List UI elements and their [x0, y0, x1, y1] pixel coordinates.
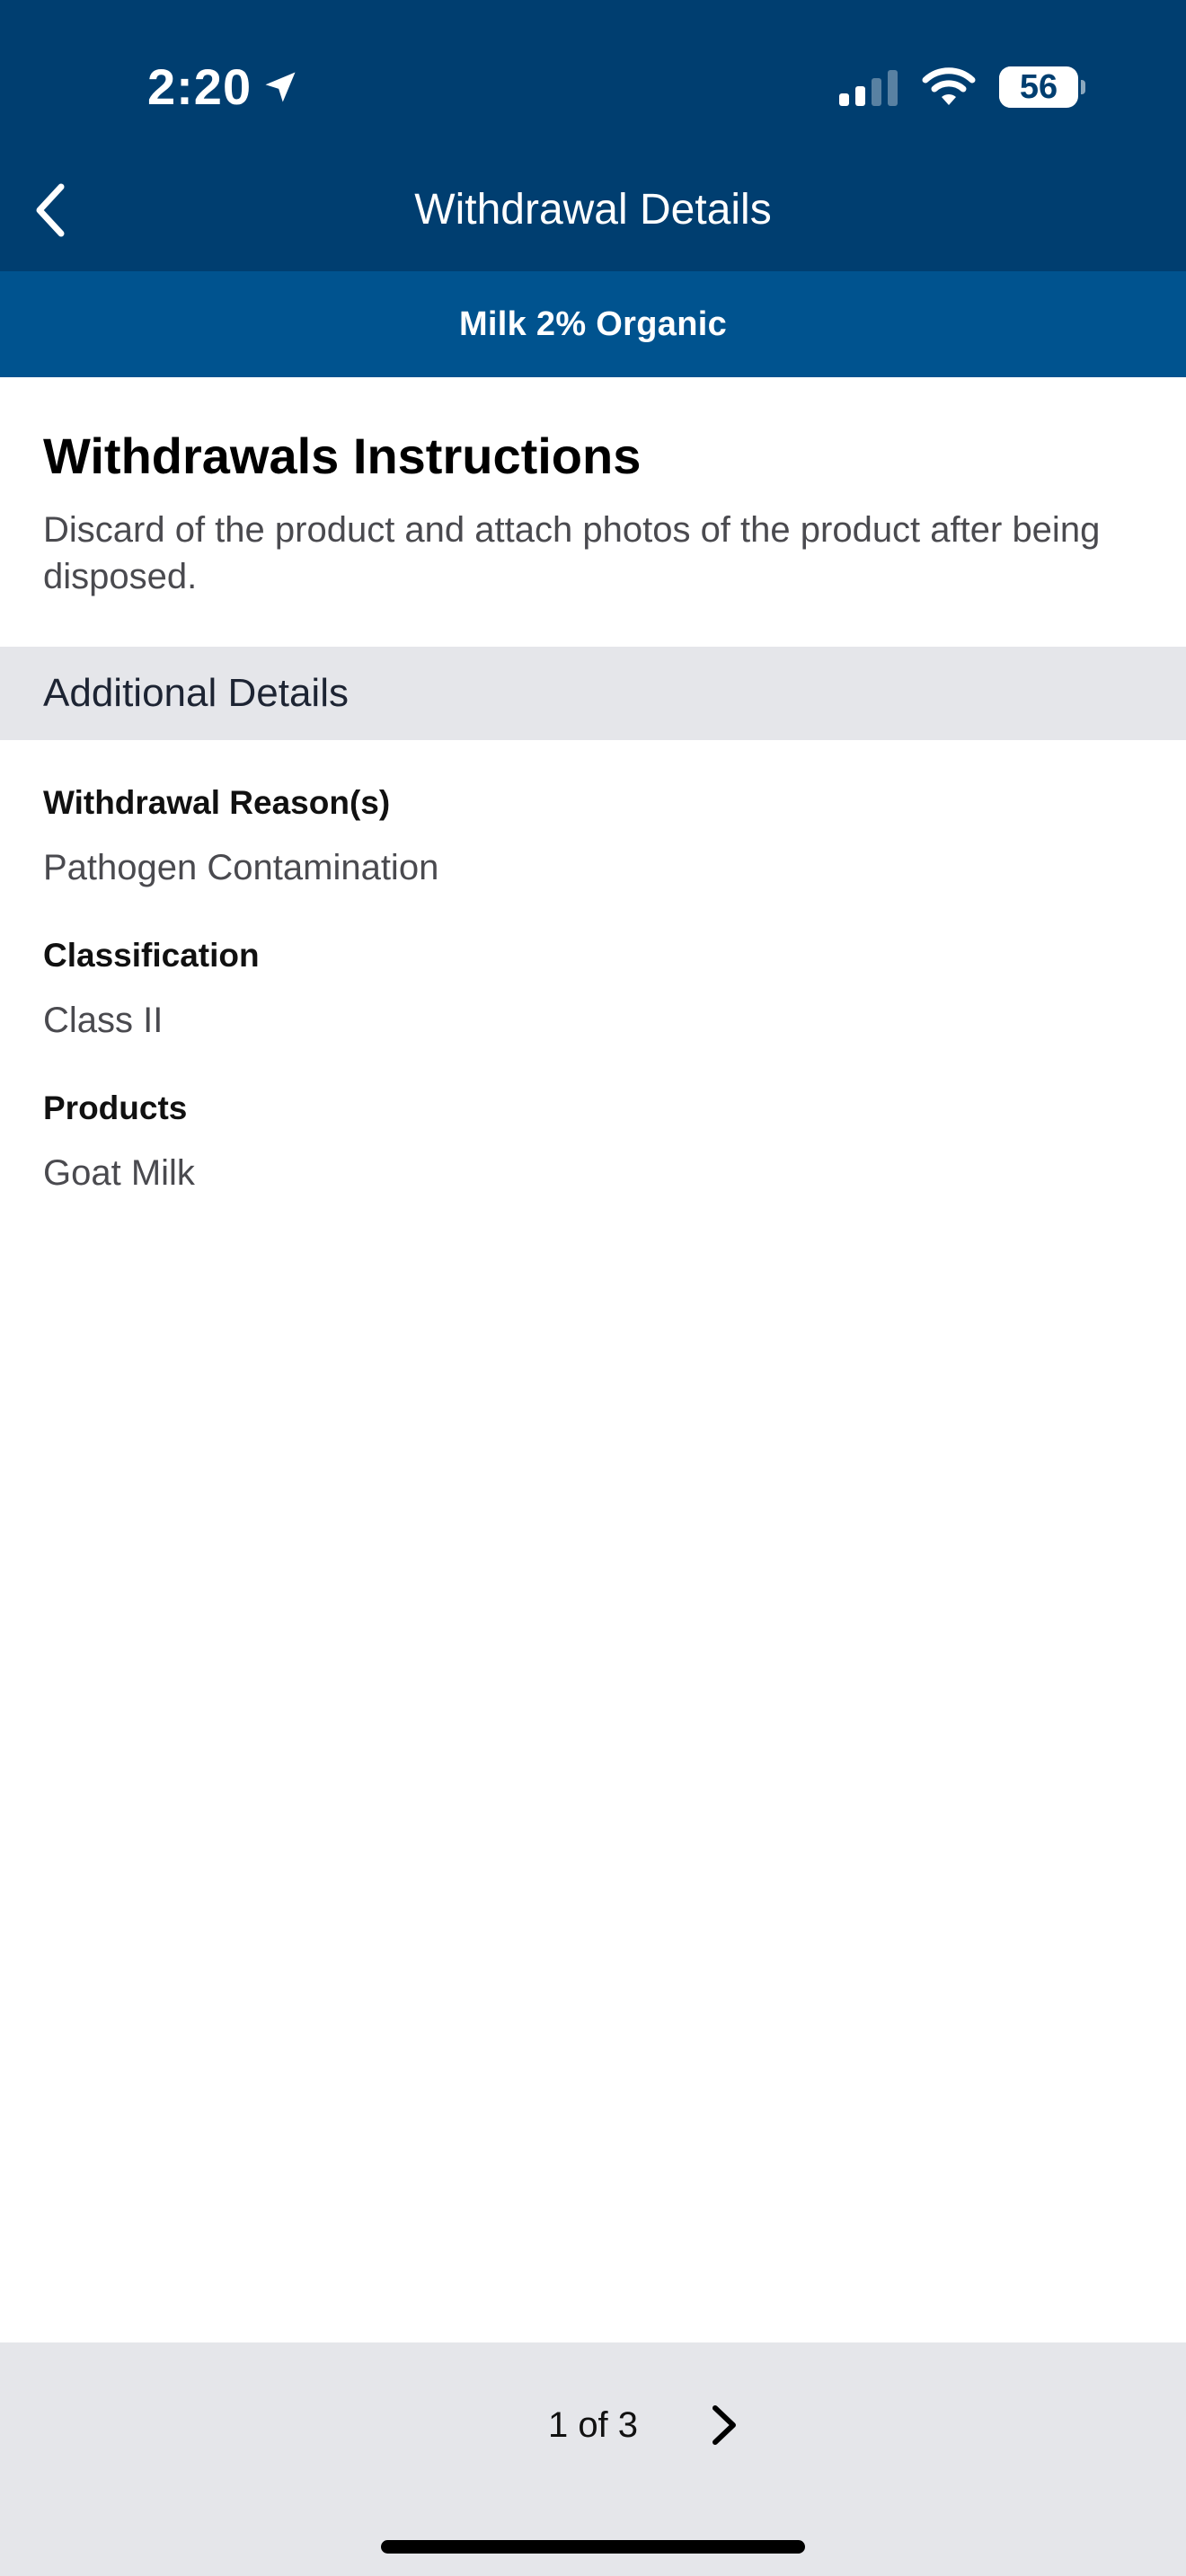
- next-page-button[interactable]: [697, 2395, 751, 2456]
- detail-value: Goat Milk: [43, 1153, 195, 1193]
- page-title: Withdrawal Details: [414, 186, 772, 234]
- instructions-body: Discard of the product and attach photos…: [43, 510, 1101, 596]
- detail-value: Class II: [43, 1001, 164, 1040]
- instructions-title: Withdrawals Instructions: [43, 428, 642, 484]
- location-arrow-icon: [261, 67, 300, 107]
- product-header: Milk 2% Organic: [0, 271, 1186, 377]
- cellular-signal-icon: [839, 68, 898, 106]
- detail-classification: Classification Class II: [43, 934, 1148, 1087]
- detail-value: Pathogen Contamination: [43, 848, 439, 887]
- instructions-section: Withdrawals Instructions Discard of the …: [43, 422, 1148, 600]
- status-time-group: 2:20: [147, 56, 300, 119]
- section-header-label: Additional Details: [43, 671, 349, 715]
- wifi-icon: [922, 67, 976, 107]
- top-bar: 2:20 56 Withdrawal Details: [0, 0, 1186, 271]
- detail-products: Products Goat Milk: [43, 1087, 1148, 1239]
- detail-label: Products: [43, 1090, 188, 1126]
- additional-details-header: Additional Details: [0, 647, 1186, 740]
- status-indicators: 56: [839, 63, 1085, 111]
- detail-withdrawal-reason: Withdrawal Reason(s) Pathogen Contaminat…: [43, 781, 1148, 934]
- details-list: Withdrawal Reason(s) Pathogen Contaminat…: [43, 781, 1148, 1239]
- detail-label: Classification: [43, 937, 260, 974]
- battery-icon: 56: [999, 66, 1085, 108]
- status-time: 2:20: [147, 58, 252, 115]
- home-indicator: [381, 2540, 805, 2554]
- chevron-right-icon: [709, 2404, 739, 2447]
- battery-percent: 56: [1019, 68, 1058, 106]
- pager-position: 1 of 3: [547, 2405, 639, 2445]
- product-name: Milk 2% Organic: [458, 304, 728, 343]
- detail-label: Withdrawal Reason(s): [43, 784, 391, 821]
